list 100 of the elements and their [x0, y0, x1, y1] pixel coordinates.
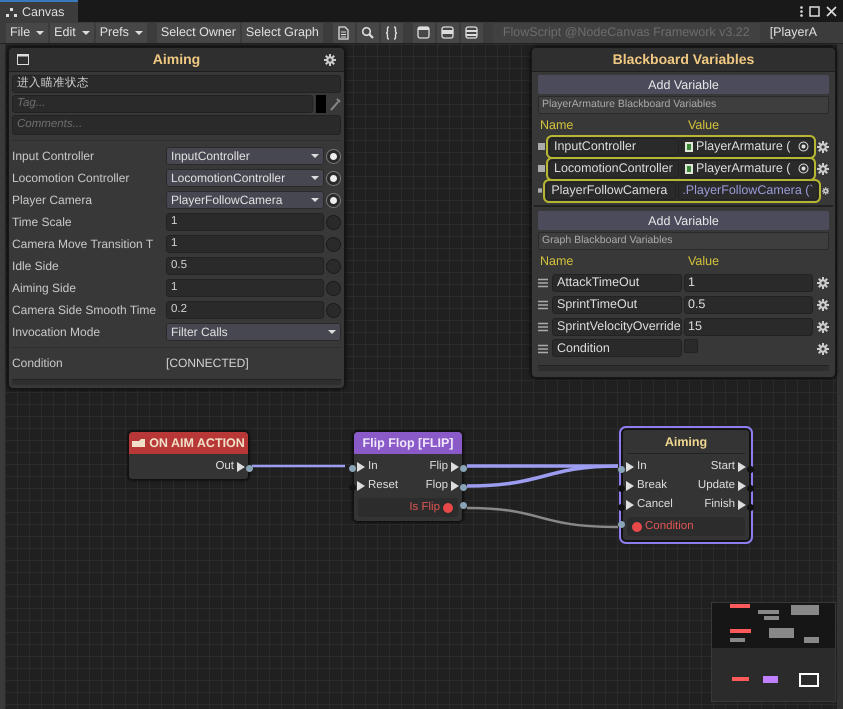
settings-icon[interactable]	[817, 140, 829, 153]
name-field[interactable]: 进入瞄准状态	[12, 75, 341, 93]
menu-dropdown[interactable]: Prefs	[96, 22, 147, 42]
settings-icon[interactable]	[817, 342, 829, 354]
menu-dropdown[interactable]: File	[6, 22, 48, 42]
port-pin[interactable]	[747, 504, 754, 511]
close-icon[interactable]	[826, 6, 837, 16]
port-pin[interactable]	[747, 485, 754, 492]
dropdown[interactable]: LocomotionController	[166, 169, 324, 187]
target-icon[interactable]	[798, 141, 809, 152]
menu-dropdown[interactable]: Edit	[50, 22, 94, 42]
variable-value-field[interactable]: PlayerArmature (	[681, 138, 813, 156]
layout-button[interactable]	[412, 22, 435, 42]
graph-icon	[6, 8, 17, 16]
link-toggle[interactable]	[326, 280, 341, 296]
eyedropper-icon[interactable]	[329, 97, 341, 111]
drag-handle-icon[interactable]	[538, 322, 548, 332]
variable-value-field[interactable]: PlayerArmature (	[681, 160, 813, 178]
color-swatch[interactable]	[316, 95, 326, 113]
variable-value-field[interactable]: .PlayerFollowCamera (`	[678, 182, 818, 200]
port-pin[interactable]	[246, 465, 253, 472]
value-field[interactable]: 1	[166, 213, 324, 231]
port-pin[interactable]	[460, 465, 467, 472]
settings-icon[interactable]	[817, 276, 829, 288]
port-pin[interactable]	[618, 466, 625, 473]
braces-button[interactable]	[380, 22, 403, 42]
port-pin[interactable]	[460, 484, 467, 491]
port-pin[interactable]	[618, 504, 625, 511]
document-button[interactable]	[332, 22, 355, 42]
variable-name-field[interactable]: LocomotionController	[549, 160, 679, 178]
variable-name-field[interactable]: AttackTimeOut	[552, 274, 682, 292]
field-label: Player Camera	[12, 192, 94, 209]
value-field[interactable]: 0.5	[166, 257, 324, 275]
output-port[interactable]: Out	[215, 458, 245, 476]
port-pin[interactable]	[618, 485, 625, 492]
handle-icon[interactable]	[538, 143, 545, 150]
column-header: Value	[688, 117, 720, 134]
input-port[interactable]: Break	[626, 476, 668, 494]
port-pin[interactable]	[460, 502, 467, 509]
target-icon[interactable]	[798, 163, 809, 174]
settings-icon[interactable]	[817, 320, 829, 332]
braces-icon	[385, 26, 398, 40]
dropdown[interactable]: Filter Calls	[166, 323, 341, 341]
link-toggle[interactable]	[326, 148, 341, 164]
port-pin[interactable]	[349, 465, 356, 472]
variable-name-field[interactable]: SprintVelocityOverride	[552, 318, 682, 336]
maximize-icon[interactable]	[809, 6, 820, 16]
caret-icon	[36, 30, 44, 34]
script-icon	[685, 164, 693, 174]
link-toggle[interactable]	[326, 214, 341, 230]
value-field[interactable]: 1	[166, 235, 324, 253]
toolbar-button[interactable]: Select Owner	[156, 22, 240, 42]
port-pin[interactable]	[618, 521, 625, 528]
panel-icon	[441, 26, 454, 39]
add-variable-button[interactable]: Add Variable	[538, 75, 829, 94]
dropdown[interactable]: InputController	[166, 147, 324, 165]
handle-icon[interactable]	[538, 187, 542, 194]
drag-handle-icon[interactable]	[538, 300, 548, 310]
link-toggle[interactable]	[326, 236, 341, 252]
field-label: Condition	[12, 355, 64, 372]
layout-button[interactable]	[460, 22, 483, 42]
settings-icon[interactable]	[324, 54, 336, 66]
condition-port[interactable]: Condition	[627, 517, 745, 536]
layout-button[interactable]	[436, 22, 459, 42]
output-port[interactable]: Start	[710, 458, 746, 476]
link-toggle[interactable]	[326, 258, 341, 274]
variable-name-field[interactable]: SprintTimeOut	[552, 296, 682, 314]
drag-handle-icon[interactable]	[538, 344, 548, 354]
condition-port[interactable]: Is Flip	[358, 498, 458, 517]
port-pin[interactable]	[747, 466, 754, 473]
window-tab[interactable]: Canvas	[0, 0, 78, 22]
input-port[interactable]: In	[357, 458, 378, 476]
caret-icon	[328, 330, 336, 334]
field-label: Locomotion Controller	[12, 170, 130, 187]
variable-value-field[interactable]: 1	[684, 274, 813, 292]
settings-icon[interactable]	[817, 298, 829, 310]
link-toggle[interactable]	[326, 192, 341, 208]
settings-icon[interactable]	[822, 184, 829, 197]
target-label[interactable]: [PlayerA	[762, 23, 817, 42]
more-icon[interactable]	[800, 6, 803, 16]
search-icon	[361, 26, 374, 40]
add-variable-button[interactable]: Add Variable	[538, 210, 829, 230]
drag-handle-icon[interactable]	[538, 278, 548, 288]
input-port[interactable]: In	[626, 458, 647, 476]
toolbar-button[interactable]: Select Graph	[242, 22, 323, 42]
output-port[interactable]: Update	[698, 476, 746, 494]
search-button[interactable]	[356, 22, 379, 42]
variable-name-field[interactable]: InputController	[549, 138, 679, 156]
variable-name-field[interactable]: Condition	[552, 339, 682, 357]
variable-name-field[interactable]: PlayerFollowCamera	[546, 182, 676, 200]
settings-icon[interactable]	[817, 162, 829, 175]
link-toggle[interactable]	[326, 302, 341, 318]
dropdown[interactable]: PlayerFollowCamera	[166, 191, 324, 209]
variable-value-field[interactable]: 15	[684, 318, 813, 336]
link-toggle[interactable]	[326, 170, 341, 186]
value-field[interactable]: 0.2	[166, 301, 324, 319]
variable-value-field[interactable]: 0.5	[684, 296, 813, 314]
value-field[interactable]: 1	[166, 279, 324, 297]
output-port[interactable]: Flip	[429, 458, 459, 476]
handle-icon[interactable]	[538, 165, 545, 172]
